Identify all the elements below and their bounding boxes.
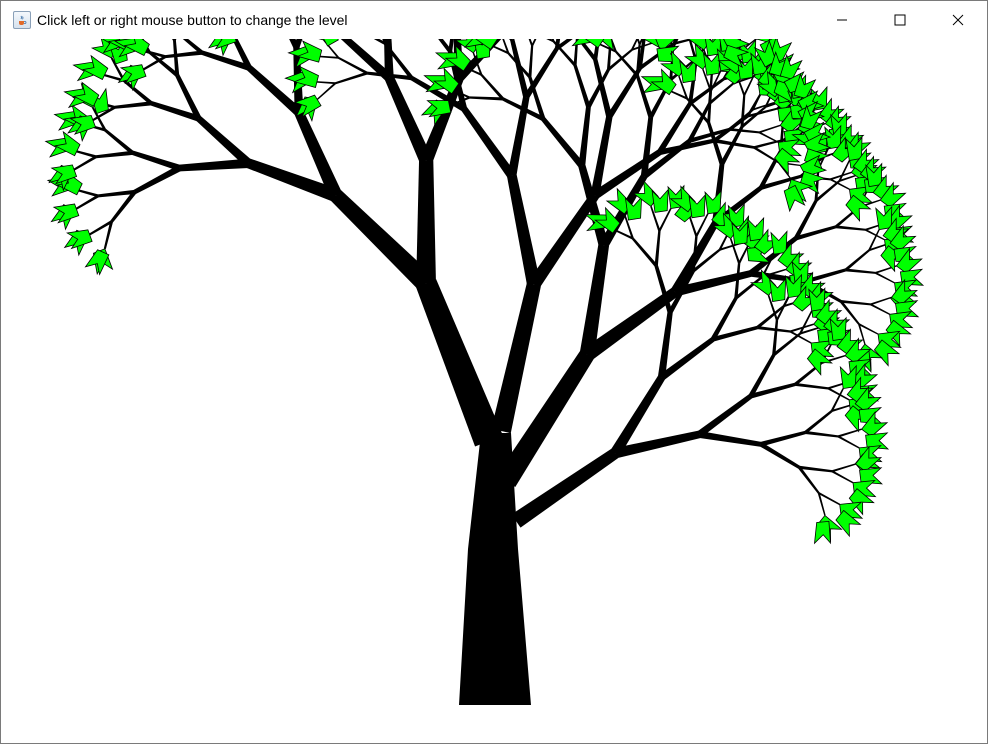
branch (438, 39, 452, 53)
branch (698, 430, 762, 447)
leaf (323, 39, 339, 47)
branch (196, 116, 252, 167)
branch (831, 470, 854, 484)
branch (815, 180, 841, 202)
leaf (799, 170, 826, 195)
branch (480, 74, 505, 100)
branch (416, 279, 503, 447)
branch (772, 319, 779, 356)
branch (729, 127, 760, 134)
branch (95, 150, 133, 159)
branch (416, 160, 436, 284)
branch (794, 382, 829, 390)
branch (491, 283, 541, 434)
branch (697, 394, 753, 438)
branch (510, 39, 530, 98)
window-controls (813, 1, 987, 39)
branch (870, 303, 890, 315)
branch (165, 50, 203, 59)
branch (335, 71, 368, 85)
maximize-icon (894, 14, 906, 26)
title-bar[interactable]: Click left or right mouse button to chan… (1, 1, 987, 39)
minimize-button[interactable] (813, 1, 871, 39)
branch (104, 128, 134, 155)
branch (528, 45, 534, 78)
minimize-icon (837, 19, 847, 21)
java-cup-icon[interactable] (13, 11, 31, 29)
close-button[interactable] (929, 1, 987, 39)
branch (631, 237, 658, 267)
branch (179, 158, 249, 172)
branch (874, 272, 895, 284)
branch (122, 79, 153, 105)
branch (528, 192, 599, 289)
branch (114, 101, 152, 109)
branch (74, 194, 99, 211)
branch (759, 442, 801, 469)
maximize-button[interactable] (871, 1, 929, 39)
leaf (813, 520, 831, 545)
branch (713, 115, 749, 143)
branch (772, 332, 801, 357)
branch (845, 268, 876, 274)
tree-branches (70, 39, 897, 705)
branch (182, 39, 204, 55)
leaf (839, 364, 857, 390)
app-window: Click left or right mouse button to chan… (0, 0, 988, 744)
branch (654, 230, 661, 266)
leaf (770, 230, 788, 255)
branch (760, 430, 806, 447)
branch (840, 299, 871, 306)
branch (831, 463, 856, 473)
branch (758, 124, 781, 134)
branch (804, 410, 833, 434)
branch (469, 96, 504, 101)
leaf (704, 189, 722, 215)
branch (541, 117, 585, 169)
branch (573, 64, 591, 108)
branch (373, 39, 386, 45)
branch (757, 326, 791, 333)
branch (835, 225, 866, 231)
branch (531, 39, 537, 47)
branch (606, 67, 642, 119)
branch (837, 435, 860, 449)
branch (72, 155, 97, 172)
branch (870, 296, 892, 306)
tree-canvas[interactable] (1, 39, 987, 743)
branch (578, 106, 591, 167)
leaf (318, 39, 325, 41)
leaf (875, 205, 893, 231)
branch (805, 430, 839, 438)
close-icon (952, 14, 964, 26)
branch (133, 165, 182, 194)
leaf (769, 277, 787, 302)
window-title: Click left or right mouse button to chan… (37, 12, 348, 28)
leaf (688, 193, 706, 219)
branch (507, 174, 541, 286)
leaf (651, 188, 669, 213)
branch (844, 249, 870, 272)
leaf (747, 216, 765, 242)
branch (461, 107, 516, 179)
branch (756, 305, 785, 329)
fractal-tree-drawing (44, 39, 925, 705)
branch (316, 82, 337, 101)
branch (753, 146, 780, 164)
branch (131, 150, 181, 171)
